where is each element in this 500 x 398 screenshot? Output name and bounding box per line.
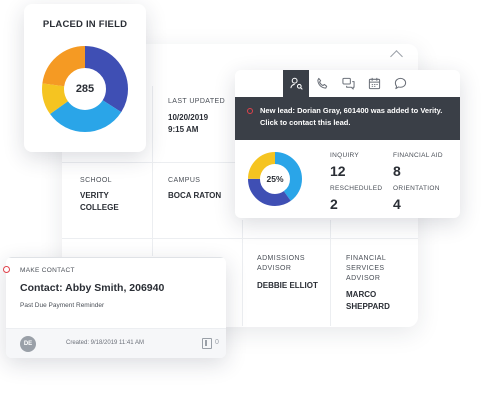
dashboard-collage: LAST UPDATED 10/20/2019 9:15 AM SCHOOL V… xyxy=(0,0,500,398)
calendar-icon xyxy=(368,77,380,90)
last-updated-date: 10/20/2019 xyxy=(168,113,209,122)
user-search-button[interactable] xyxy=(283,70,309,97)
rescheduled-value: 2 xyxy=(330,196,338,212)
card-top-border xyxy=(6,257,226,258)
admissions-advisor-label-line2: ADVISOR xyxy=(257,265,292,272)
rescheduled-label: RESCHEDULED xyxy=(330,185,383,192)
campus-label: CAMPUS xyxy=(168,177,201,184)
placed-in-field-count: 285 xyxy=(75,83,95,95)
contact-title: Contact: Abby Smith, 206940 xyxy=(20,282,165,294)
inquiry-stat: INQUIRY 12 xyxy=(330,151,359,181)
financial-advisor-label-line1: FINANCIAL xyxy=(346,255,387,262)
call-button[interactable] xyxy=(309,70,335,97)
inquiry-value: 12 xyxy=(330,163,346,179)
placed-in-field-card[interactable]: PLACED IN FIELD 285 xyxy=(24,4,146,152)
contact-subtitle: Past Due Payment Reminder xyxy=(20,302,105,309)
rescheduled-stat: RESCHEDULED 2 xyxy=(330,184,382,214)
placed-in-field-title: PLACED IN FIELD xyxy=(42,19,128,30)
alert-dot-icon xyxy=(247,108,253,114)
financial-aid-stat: FINANCIAL AID 8 xyxy=(393,151,443,181)
school-value-line2: COLLEGE xyxy=(80,203,119,212)
user-search-icon xyxy=(289,77,303,90)
orientation-stat: ORIENTATION 4 xyxy=(393,184,440,214)
calendar-button[interactable] xyxy=(361,70,387,97)
avatar[interactable]: DE xyxy=(20,336,36,352)
school-label: SCHOOL xyxy=(80,177,112,184)
financial-advisor-value-line1: MARCO xyxy=(346,290,377,299)
message-icon xyxy=(394,77,406,90)
admissions-advisor-label-line1: ADMISSIONS xyxy=(257,255,305,262)
message-button[interactable] xyxy=(387,70,413,97)
orientation-value: 4 xyxy=(393,196,401,212)
alert-dot-icon xyxy=(3,266,10,273)
lead-progress-percent: 25% xyxy=(266,174,284,184)
last-updated-time: 9:15 AM xyxy=(168,125,199,134)
orientation-label: ORIENTATION xyxy=(393,185,440,192)
grid-divider xyxy=(152,86,153,256)
financial-advisor-label-line2: SERVICES xyxy=(346,265,385,272)
attachment-icon[interactable] xyxy=(202,338,212,349)
school-value-line1: VERITY xyxy=(80,191,109,200)
grid-divider xyxy=(242,220,243,326)
campus-value: BOCA RATON xyxy=(168,191,222,200)
new-lead-banner[interactable]: New lead: Dorian Gray, 601400 was added … xyxy=(235,97,460,140)
financial-advisor-label-line3: ADVISOR xyxy=(346,275,381,282)
financial-aid-value: 8 xyxy=(393,163,401,179)
attachment-count: 0 xyxy=(215,339,219,346)
inquiry-label: INQUIRY xyxy=(330,152,360,159)
grid-divider xyxy=(330,220,331,326)
new-lead-message: New lead: Dorian Gray, 601400 was added … xyxy=(260,106,443,127)
financial-aid-label: FINANCIAL AID xyxy=(393,152,443,159)
chat-icon xyxy=(341,77,355,90)
make-contact-label: MAKE CONTACT xyxy=(20,267,75,274)
financial-advisor-value-line2: SHEPPARD xyxy=(346,302,390,311)
created-timestamp: Created: 9/18/2019 11:41 AM xyxy=(66,340,144,346)
grid-divider xyxy=(62,238,418,239)
contact-card-footer: DE Created: 9/18/2019 11:41 AM 0 xyxy=(6,328,226,358)
chat-button[interactable] xyxy=(335,70,361,97)
admissions-advisor-value: DEBBIE ELLIOT xyxy=(257,281,318,290)
lead-toolbar xyxy=(283,70,460,97)
lead-notification-card: New lead: Dorian Gray, 601400 was added … xyxy=(235,70,460,218)
phone-icon xyxy=(316,77,327,89)
last-updated-label: LAST UPDATED xyxy=(168,98,226,105)
make-contact-card[interactable]: MAKE CONTACT Contact: Abby Smith, 206940… xyxy=(6,257,226,358)
